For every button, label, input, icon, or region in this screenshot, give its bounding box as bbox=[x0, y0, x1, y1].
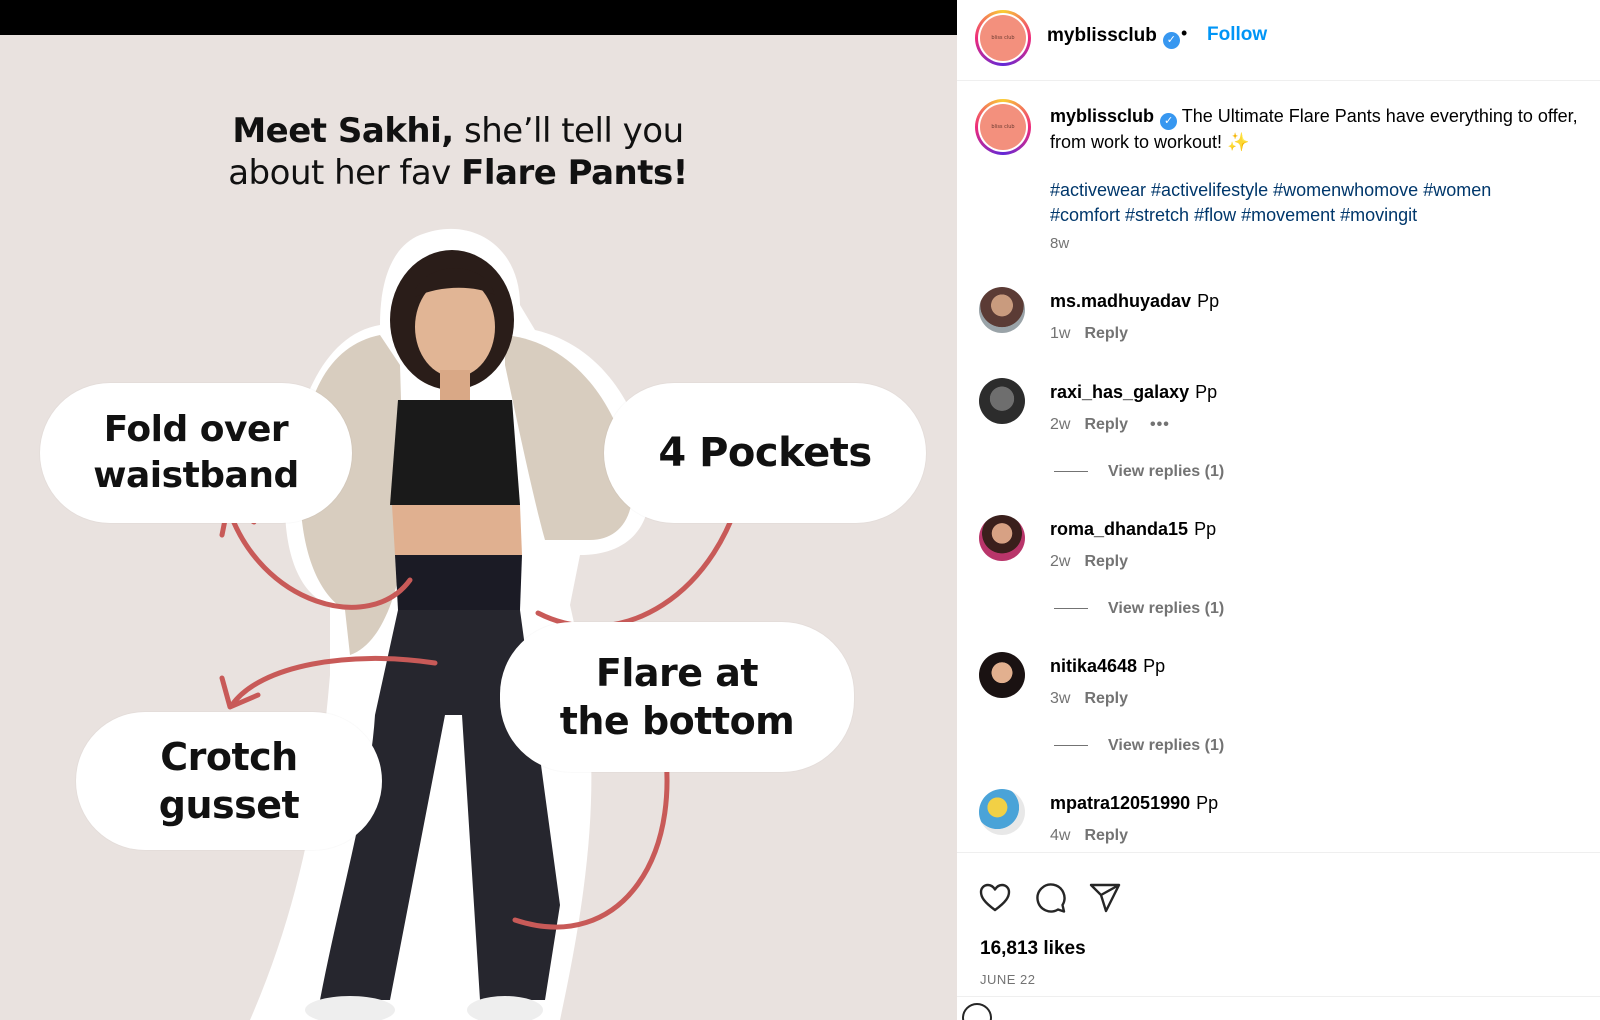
likes-count[interactable]: 16,813 likes bbox=[980, 938, 1086, 960]
commenter-username[interactable]: roma_dhanda15 bbox=[1050, 519, 1188, 539]
reply-button[interactable]: Reply bbox=[1084, 690, 1128, 707]
commenter-username[interactable]: raxi_has_galaxy bbox=[1050, 382, 1189, 402]
view-replies-line bbox=[1054, 471, 1088, 473]
feature-bubble-flare: Flare at the bottom bbox=[500, 622, 854, 772]
hashtag-link[interactable]: #comfort bbox=[1050, 205, 1120, 225]
view-replies-button[interactable]: View replies (1) bbox=[1054, 600, 1224, 618]
hashtag-link[interactable]: #movingit bbox=[1340, 205, 1417, 225]
view-replies-line bbox=[1054, 608, 1088, 610]
share-icon[interactable] bbox=[1088, 881, 1122, 915]
caption-username[interactable]: myblissclub bbox=[1050, 106, 1154, 126]
follow-button[interactable]: Follow bbox=[1207, 24, 1267, 46]
post-media[interactable]: Meet Sakhi, she’ll tell you about her fa… bbox=[0, 0, 957, 1020]
post-caption: myblissclub ✓ The Ultimate Flare Pants ha… bbox=[1050, 104, 1590, 155]
post-header: bliss club myblissclub ✓ • Follow bbox=[957, 0, 1600, 81]
feature-bubble-pockets: 4 Pockets bbox=[604, 383, 926, 523]
hashtag-link[interactable]: #movement bbox=[1241, 205, 1335, 225]
commenter-avatar[interactable] bbox=[979, 652, 1025, 698]
comment-text: Pp bbox=[1197, 291, 1220, 311]
model-illustration bbox=[219, 228, 755, 1020]
commenter-avatar[interactable] bbox=[979, 378, 1025, 424]
verified-badge-icon: ✓ bbox=[1162, 32, 1180, 49]
comments-scroll-area[interactable]: bliss club myblissclub ✓ The Ultimate Fla… bbox=[957, 82, 1600, 852]
verified-badge-icon: ✓ bbox=[1160, 113, 1178, 130]
author-username[interactable]: myblissclub ✓ bbox=[1047, 25, 1180, 49]
view-replies-button[interactable]: View replies (1) bbox=[1054, 737, 1224, 755]
hashtag-link[interactable]: #activelifestyle bbox=[1151, 180, 1268, 200]
actions-divider bbox=[957, 996, 1600, 997]
caption-hashtags: #activewear #activelifestyle #womenwhomove… bbox=[1050, 178, 1590, 228]
post-side-panel: bliss club myblissclub ✓ • Follow bliss c… bbox=[957, 0, 1600, 1020]
view-replies-line bbox=[1054, 745, 1088, 747]
comment-text: Pp bbox=[1195, 382, 1218, 402]
commenter-username[interactable]: ms.madhuyadav bbox=[1050, 291, 1191, 311]
commenter-avatar[interactable] bbox=[979, 789, 1025, 835]
hashtag-link[interactable]: #flow bbox=[1194, 205, 1236, 225]
reply-button[interactable]: Reply bbox=[1084, 416, 1128, 433]
post-date[interactable]: JUNE 22 bbox=[980, 972, 1036, 987]
heart-icon[interactable] bbox=[978, 881, 1012, 915]
reply-button[interactable]: Reply bbox=[1084, 553, 1128, 570]
more-options-icon[interactable]: ••• bbox=[1150, 416, 1170, 433]
comment-timestamp[interactable]: 3w bbox=[1050, 690, 1070, 707]
hashtag-link[interactable]: #activewear bbox=[1050, 180, 1146, 200]
caption-author-avatar[interactable]: bliss club bbox=[975, 99, 1031, 155]
caption-timestamp[interactable]: 8w bbox=[1050, 235, 1069, 252]
comment-text: Pp bbox=[1196, 793, 1219, 813]
reply-button[interactable]: Reply bbox=[1084, 325, 1128, 342]
comment-timestamp[interactable]: 2w bbox=[1050, 416, 1070, 433]
comment-text: Pp bbox=[1194, 519, 1217, 539]
hashtag-link[interactable]: #stretch bbox=[1125, 205, 1189, 225]
commenter-avatar[interactable] bbox=[979, 287, 1025, 333]
comment-text: Pp bbox=[1143, 656, 1166, 676]
comment-timestamp[interactable]: 1w bbox=[1050, 325, 1070, 342]
comment-timestamp[interactable]: 2w bbox=[1050, 553, 1070, 570]
feature-bubble-crotch: Crotch gusset bbox=[76, 712, 382, 850]
view-replies-button[interactable]: View replies (1) bbox=[1054, 463, 1224, 481]
feature-bubble-waistband: Fold over waistband bbox=[40, 383, 352, 523]
hashtag-link[interactable]: #women bbox=[1423, 180, 1491, 200]
commenter-username[interactable]: nitika4648 bbox=[1050, 656, 1137, 676]
comment-icon[interactable] bbox=[1033, 881, 1067, 915]
hashtag-link[interactable]: #womenwhomove bbox=[1273, 180, 1418, 200]
commenter-username[interactable]: mpatra12051990 bbox=[1050, 793, 1190, 813]
author-avatar[interactable]: bliss club bbox=[975, 10, 1031, 66]
commenter-avatar[interactable] bbox=[979, 515, 1025, 561]
media-top-bar bbox=[0, 0, 957, 35]
reply-button[interactable]: Reply bbox=[1084, 827, 1128, 844]
emoji-icon[interactable] bbox=[962, 1003, 992, 1020]
post-image: Meet Sakhi, she’ll tell you about her fa… bbox=[0, 35, 957, 1020]
post-actions-bar: 16,813 likes JUNE 22 bbox=[957, 852, 1600, 1020]
header-separator: • bbox=[1181, 23, 1188, 43]
comment-timestamp[interactable]: 4w bbox=[1050, 827, 1070, 844]
